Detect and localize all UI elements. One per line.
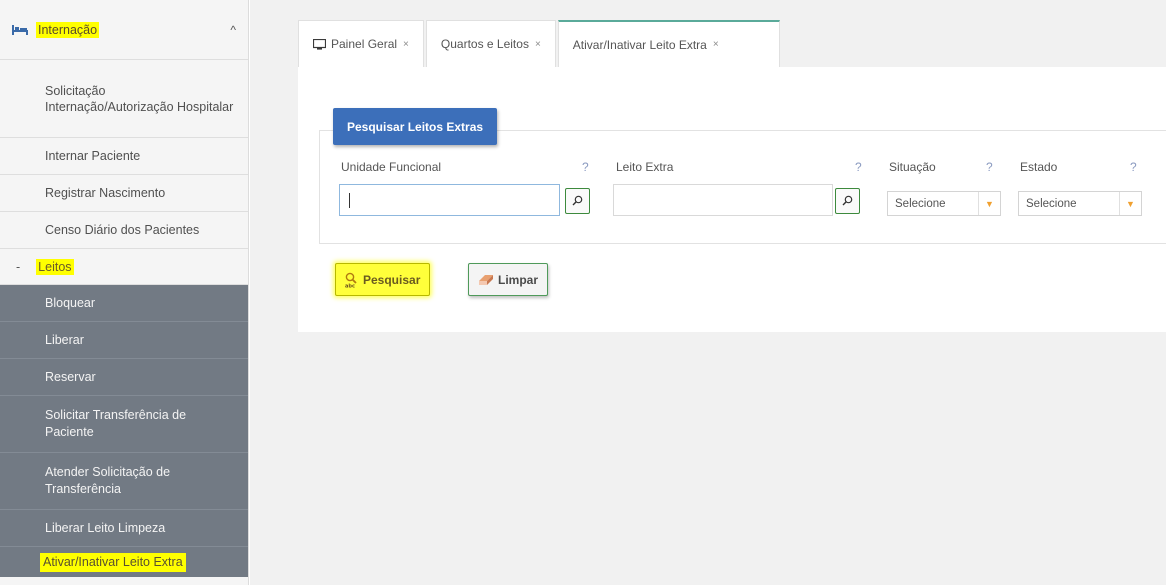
help-icon[interactable]: ? <box>855 160 862 174</box>
submenu-item-solicitar-transferencia[interactable]: Solicitar Transferência de Paciente <box>0 396 248 453</box>
situacao-selected-value: Selecione <box>895 197 946 210</box>
tab-label: Painel Geral <box>331 37 398 51</box>
help-icon[interactable]: ? <box>1130 160 1137 174</box>
tab-bar: Painel Geral × Quartos e Leitos × Ativar… <box>298 20 782 67</box>
sidebar-group-leitos[interactable]: - Leitos <box>0 249 248 285</box>
submenu-item-ativar-inativar-leito-extra[interactable]: Ativar/Inativar Leito Extra <box>0 547 248 577</box>
svg-text:abc: abc <box>345 283 355 288</box>
submenu-item-liberar-leito-limpeza[interactable]: Liberar Leito Limpeza <box>0 510 248 547</box>
magnifier-icon <box>842 194 853 209</box>
clear-button-label: Limpar <box>498 272 539 287</box>
situacao-select[interactable]: Selecione ▼ <box>887 191 1001 216</box>
sidebar-item-label: Solicitação Internação/Autorização Hospi… <box>45 83 234 114</box>
leito-extra-lookup-button[interactable] <box>835 188 860 214</box>
magnifier-icon <box>572 194 583 209</box>
search-magnifier-icon: abc <box>345 272 359 288</box>
sidebar-submenu-leitos: Bloquear Liberar Reservar Solicitar Tran… <box>0 285 248 577</box>
unidade-funcional-lookup-button[interactable] <box>565 188 590 214</box>
help-icon[interactable]: ? <box>986 160 993 174</box>
monitor-icon <box>313 38 326 50</box>
submenu-item-label: Ativar/Inativar Leito Extra <box>40 552 186 572</box>
collapse-dash-icon: - <box>16 259 21 274</box>
help-icon[interactable]: ? <box>582 160 589 174</box>
bed-icon <box>12 24 30 35</box>
search-legend: Pesquisar Leitos Extras <box>333 108 498 145</box>
sidebar-group-label: Leitos <box>36 258 74 275</box>
close-icon[interactable]: × <box>713 39 719 50</box>
sidebar: Internação ^ Solicitação Internação/Auto… <box>0 0 249 585</box>
sidebar-section-internacao[interactable]: Internação ^ <box>0 0 248 60</box>
tab-painel-geral[interactable]: Painel Geral × <box>298 20 424 67</box>
main-content: Painel Geral × Quartos e Leitos × Ativar… <box>250 0 1166 585</box>
submenu-item-reservar[interactable]: Reservar <box>0 359 248 396</box>
sidebar-item-solicitacao-internacao[interactable]: Solicitação Internação/Autorização Hospi… <box>0 60 248 138</box>
sidebar-item-label: Registrar Nascimento <box>45 186 166 200</box>
estado-label: Estado <box>1020 160 1058 174</box>
sidebar-item-registrar-nascimento[interactable]: Registrar Nascimento <box>0 175 248 212</box>
estado-selected-value: Selecione <box>1026 197 1077 210</box>
caret-down-icon: ▼ <box>1119 192 1141 215</box>
tab-ativar-inativar-leito-extra[interactable]: Ativar/Inativar Leito Extra × <box>557 20 780 67</box>
submenu-item-liberar[interactable]: Liberar <box>0 322 248 359</box>
text-caret <box>349 193 350 208</box>
tab-label: Ativar/Inativar Leito Extra <box>572 37 707 52</box>
sidebar-item-censo-diario[interactable]: Censo Diário dos Pacientes <box>0 212 248 249</box>
unidade-funcional-input[interactable] <box>339 184 560 216</box>
chevron-up-icon[interactable]: ^ <box>230 23 236 37</box>
situacao-label: Situação <box>889 160 936 174</box>
search-button-label: Pesquisar <box>363 272 421 287</box>
sidebar-item-internar-paciente[interactable]: Internar Paciente <box>0 138 248 175</box>
submenu-item-label: Reservar <box>45 369 96 384</box>
sidebar-item-label: Internar Paciente <box>45 149 141 163</box>
tab-quartos-e-leitos[interactable]: Quartos e Leitos × <box>425 20 556 67</box>
search-panel: Unidade Funcional ? Leito Extra ? Situaç… <box>298 67 1166 332</box>
caret-down-icon: ▼ <box>978 192 1000 215</box>
leito-extra-input[interactable] <box>613 184 833 216</box>
leito-extra-label: Leito Extra <box>616 160 674 174</box>
unidade-funcional-label: Unidade Funcional <box>341 160 442 174</box>
tab-label: Quartos e Leitos <box>440 37 529 51</box>
estado-select[interactable]: Selecione ▼ <box>1018 191 1142 216</box>
submenu-item-label: Liberar Leito Limpeza <box>45 520 166 535</box>
submenu-item-label: Liberar <box>45 332 84 347</box>
submenu-item-atender-solicitacao[interactable]: Atender Solicitação de Transferência <box>0 453 248 510</box>
search-fieldset: Unidade Funcional ? Leito Extra ? Situaç… <box>319 130 1166 244</box>
sidebar-section-title: Internação <box>36 21 100 38</box>
submenu-item-bloquear[interactable]: Bloquear <box>0 285 248 322</box>
eraser-icon <box>478 274 494 286</box>
submenu-item-label: Bloquear <box>45 295 96 310</box>
submenu-item-label: Atender Solicitação de Transferência <box>45 465 171 496</box>
close-icon[interactable]: × <box>403 39 409 50</box>
close-icon[interactable]: × <box>535 39 541 50</box>
search-button[interactable]: abc Pesquisar <box>335 263 431 296</box>
sidebar-item-label: Censo Diário dos Pacientes <box>45 223 200 237</box>
submenu-item-label: Solicitar Transferência de Paciente <box>45 408 187 439</box>
clear-button[interactable]: Limpar <box>468 263 549 296</box>
